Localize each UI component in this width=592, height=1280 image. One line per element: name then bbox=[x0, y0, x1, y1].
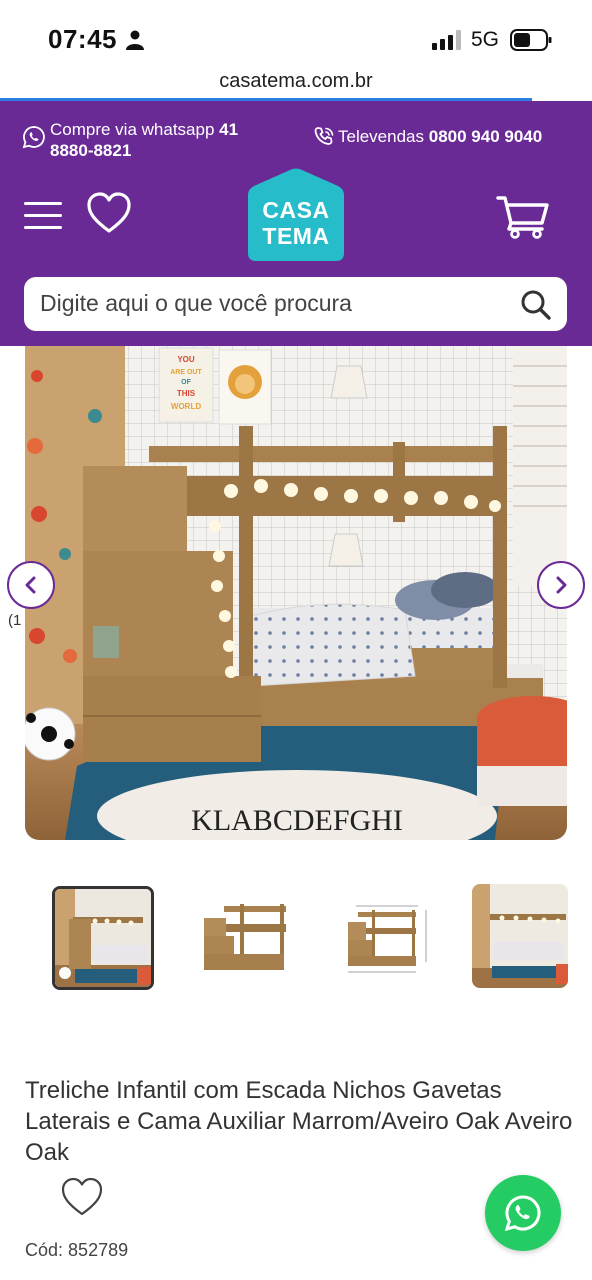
svg-text:YOU: YOU bbox=[177, 355, 195, 364]
battery-icon bbox=[510, 29, 552, 51]
heart-icon[interactable] bbox=[86, 191, 132, 235]
signal-icon bbox=[432, 30, 461, 50]
status-time: 07:45 bbox=[48, 24, 117, 54]
svg-text:WORLD: WORLD bbox=[171, 402, 201, 411]
site-logo[interactable]: CASA TEMA bbox=[240, 167, 352, 263]
gallery-prev-button[interactable] bbox=[7, 561, 55, 609]
whatsapp-icon bbox=[504, 1195, 541, 1232]
search-icon[interactable] bbox=[520, 289, 552, 321]
status-bar: 07:45 5G bbox=[0, 0, 592, 62]
chevron-left-icon bbox=[25, 576, 36, 594]
thumbnail-strip bbox=[0, 884, 592, 992]
whatsapp-number-part1: 41 bbox=[219, 120, 239, 139]
svg-text:ARE OUT: ARE OUT bbox=[170, 369, 202, 376]
menu-icon[interactable] bbox=[24, 202, 62, 232]
thumbnail-dimensions-drawing[interactable] bbox=[334, 884, 436, 988]
product-code-label: Cód: bbox=[25, 1240, 64, 1260]
televendas-contact[interactable]: Televendas 0800 940 9040 bbox=[312, 127, 542, 147]
svg-text:THIS: THIS bbox=[177, 389, 196, 398]
search-input[interactable]: Digite aqui o que você procura bbox=[40, 290, 352, 317]
televendas-number: 0800 940 9040 bbox=[428, 127, 543, 146]
whatsapp-number-part2: 8880-8821 bbox=[50, 141, 132, 160]
svg-text:OF: OF bbox=[181, 379, 191, 386]
whatsapp-float-button[interactable] bbox=[485, 1175, 561, 1251]
edge-text-fragment: (1 bbox=[8, 612, 22, 629]
site-header: Compre via whatsapp 41 8880-8821 Televend… bbox=[0, 101, 592, 346]
network-type: 5G bbox=[471, 28, 500, 51]
logo-line1: CASA bbox=[262, 197, 330, 223]
whatsapp-icon bbox=[22, 126, 45, 149]
televendas-label: Televendas bbox=[338, 127, 425, 146]
rug-letters: KLABCDEFGHI bbox=[191, 804, 403, 837]
heart-icon[interactable] bbox=[60, 1176, 104, 1218]
thumbnail-product-photo[interactable] bbox=[196, 884, 298, 988]
phone-icon bbox=[314, 127, 334, 145]
product-code: Cód: 852789 bbox=[25, 1240, 128, 1261]
whatsapp-label: Compre via whatsapp bbox=[50, 120, 215, 139]
person-icon bbox=[126, 30, 144, 50]
whatsapp-contact[interactable]: Compre via whatsapp 41 8880-8821 bbox=[22, 119, 272, 161]
thumbnail-room-photo[interactable] bbox=[52, 886, 154, 990]
address-bar[interactable]: casatema.com.br bbox=[0, 62, 592, 100]
logo-line2: TEMA bbox=[262, 223, 330, 249]
product-code-value: 852789 bbox=[68, 1240, 129, 1260]
product-title: Treliche Infantil com Escada Nichos Gave… bbox=[25, 1077, 573, 1166]
search-bar[interactable]: Digite aqui o que você procura bbox=[24, 277, 567, 331]
gallery-next-button[interactable] bbox=[537, 561, 585, 609]
product-hero-image[interactable]: YOU ARE OUT OF THIS WORLD KLABCDEFGHI bbox=[25, 346, 567, 840]
chevron-right-icon bbox=[556, 576, 567, 594]
cart-icon[interactable] bbox=[496, 195, 550, 239]
thumbnail-room-photo-2[interactable] bbox=[472, 884, 568, 988]
